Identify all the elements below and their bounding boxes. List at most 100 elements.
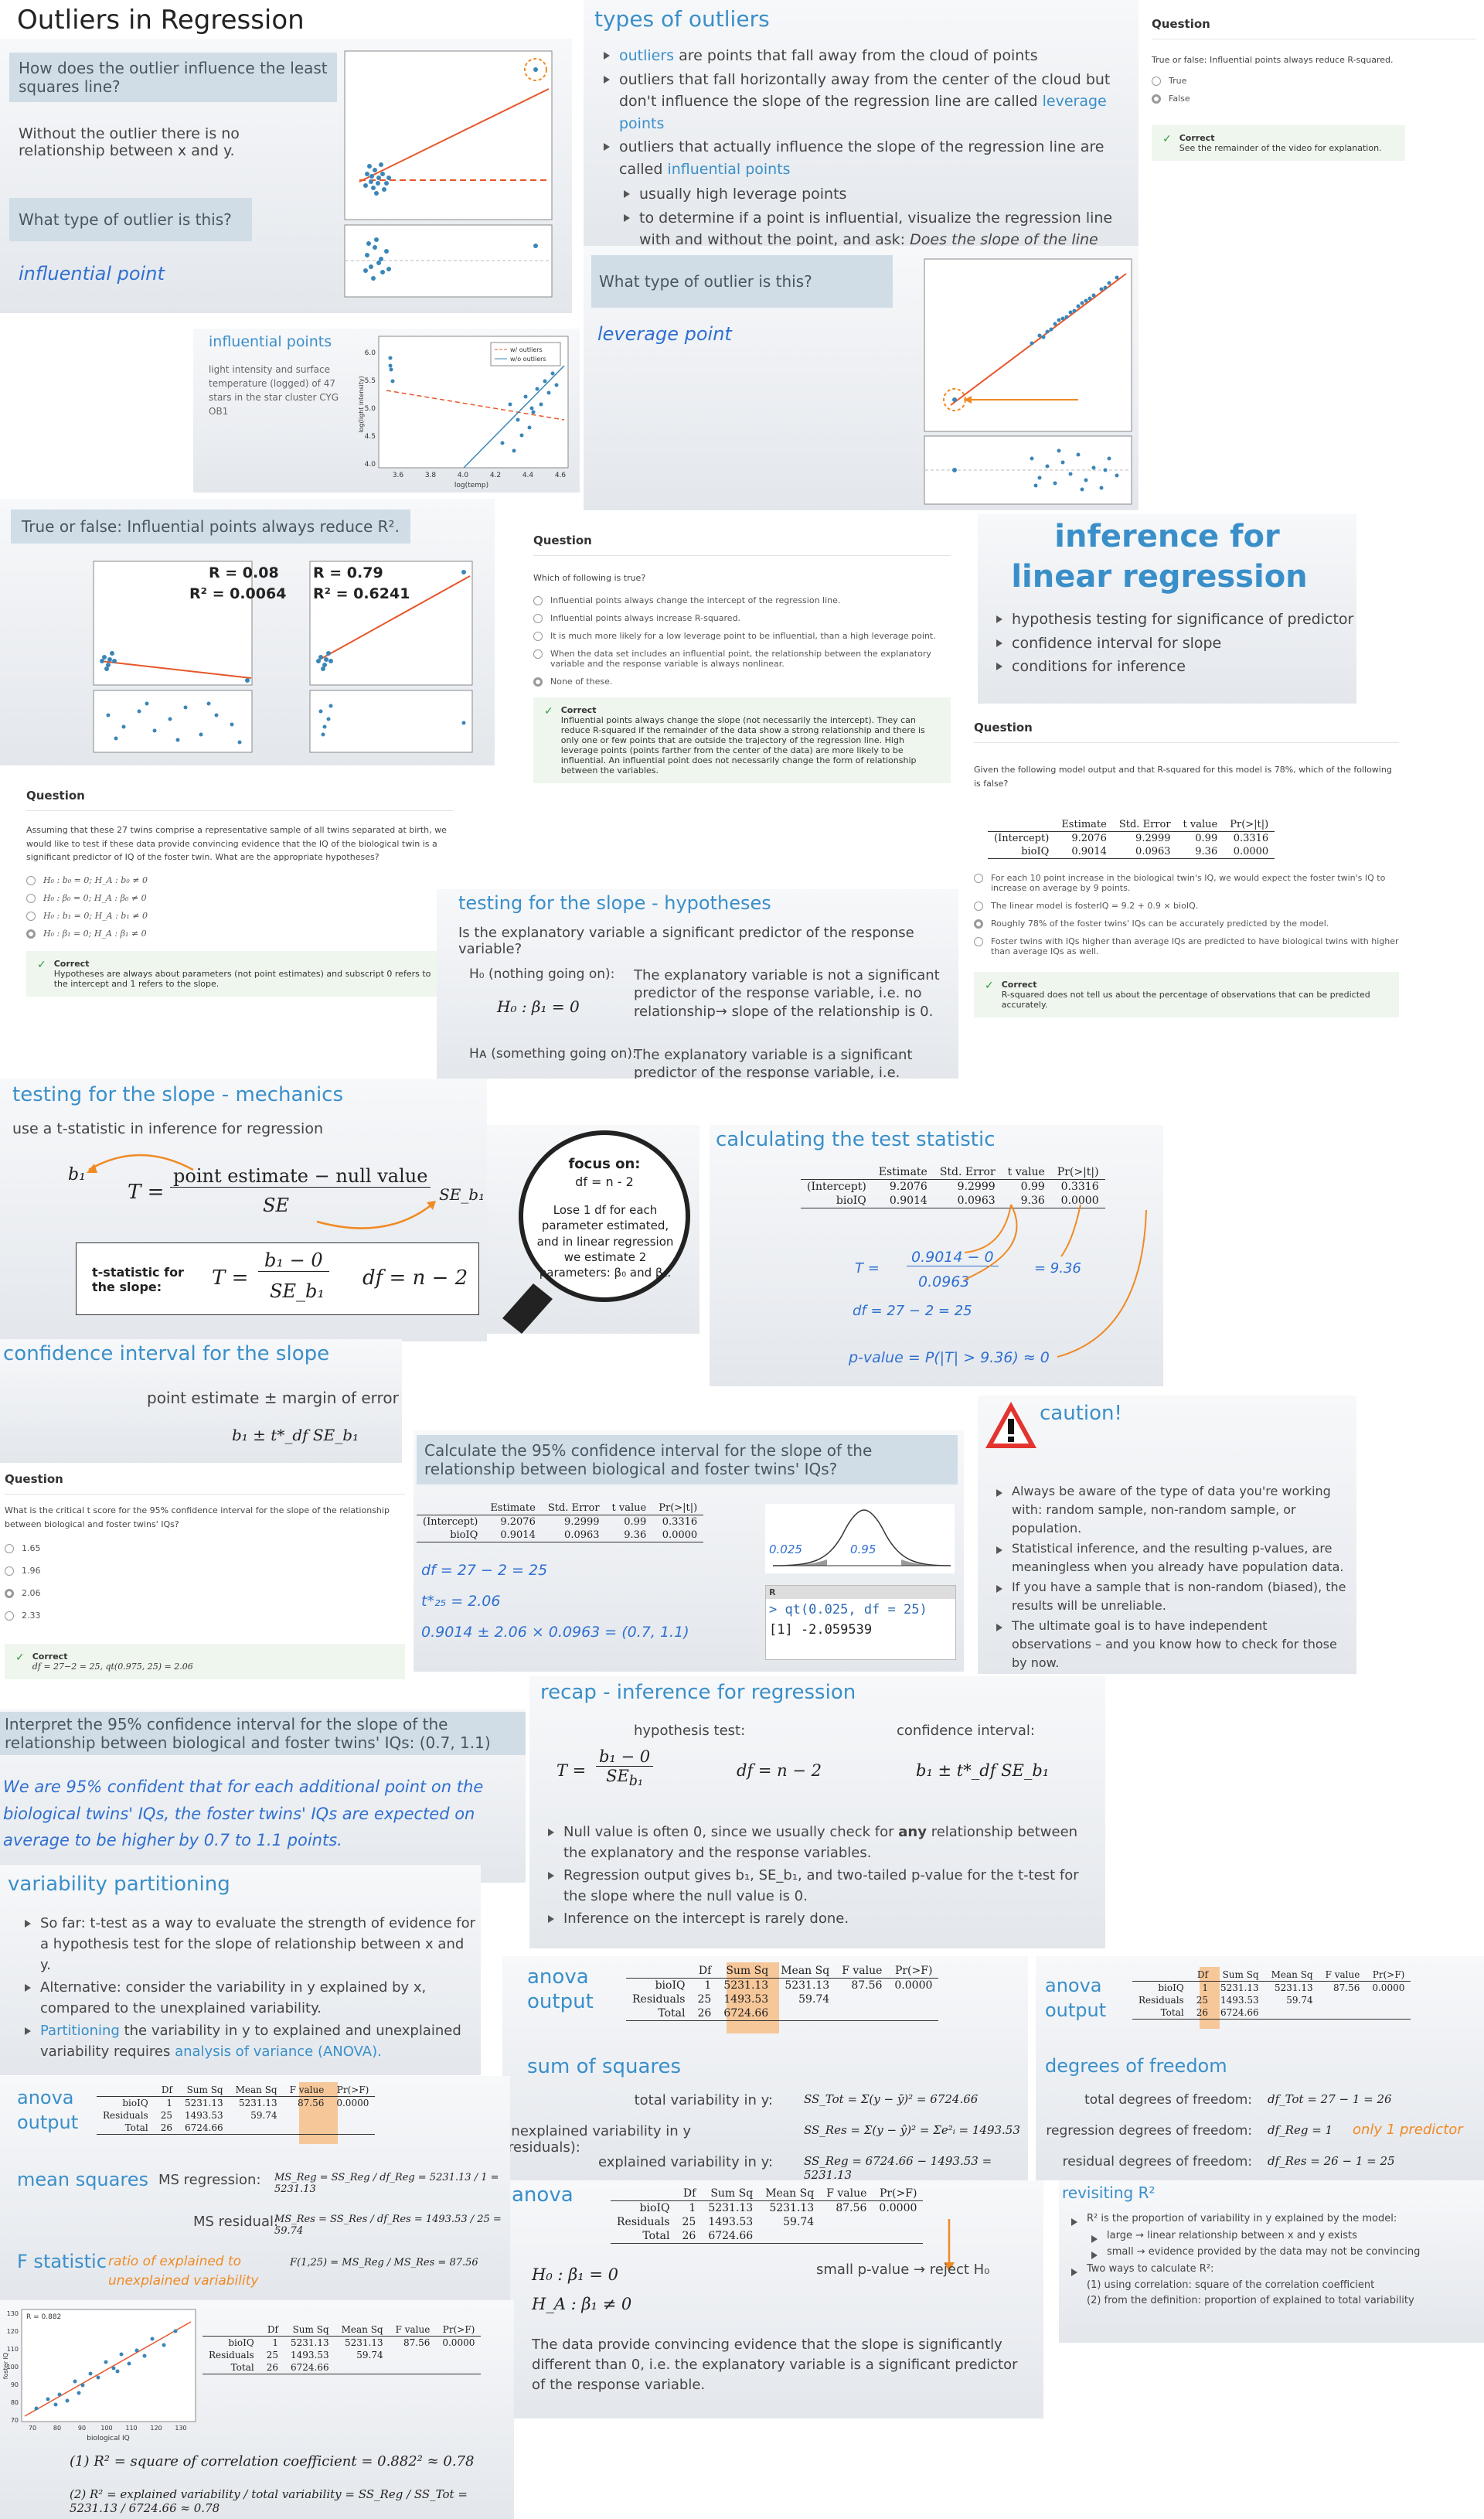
quiz-critical-t: Question What is the critical t score fo… [0,1467,410,1709]
quiz-title: Question [974,721,1399,743]
option-3[interactable]: Roughly 78% of the foster twins' IQs can… [974,919,1399,929]
svg-text:4.0: 4.0 [458,472,469,479]
slide-sum-of-squares: anova output Df Sum Sq Mean Sq F value Pr(>F… [502,1956,1028,2180]
handwritten-answer: influential point [19,263,165,285]
option-false[interactable]: False [1152,94,1476,104]
svg-text:70: 70 [11,2417,19,2424]
h0-label: H₀ (nothing going on): [469,966,615,982]
bullet-list: outliers are points that fall away from … [599,43,1132,246]
quiz-true-false-rsq: Question True or false: Influential poin… [1144,0,1484,216]
option-2[interactable]: The linear model is fosterIQ = 9.2 + 0.9… [974,901,1399,912]
slide-mean-squares: anova output Df Sum Sq Mean Sq F value Pr(>F… [0,2076,510,2300]
ss-eq-2: SS_Res = Σ(y − ŷ)² = Σe²ᵢ = 1493.53 [804,2123,1020,2137]
quiz-prompt: Which of following is true? [533,573,646,583]
svg-text:80: 80 [53,2425,61,2432]
slide-title: Calculate the 95% confidence interval fo… [417,1435,958,1484]
slide-title: Interpret the 95% confidence interval fo… [0,1712,526,1755]
ms-label-1: MS regression: [158,2172,261,2188]
handwritten-answer: We are 95% confident that for each addit… [3,1778,484,1850]
option-2[interactable]: H₀ : β₀ = 0; H_A : β₀ ≠ 0 [26,893,453,903]
check-icon: ✓ [1162,133,1172,145]
slide-r2-calculation: R = 0.882 130 120 110 100 90 80 70 70 80 90 100 11… [0,2300,514,2519]
option-2[interactable]: 1.96 [5,1566,405,1577]
slide-variability-partitioning: variability partitioning So far: t-test … [0,1865,481,2075]
slide-outliers-in-regression: Outliers in Regression How does the outl… [0,0,572,313]
slide-degrees-of-freedom: anova output Df Sum Sq Mean Sq F value Pr(>F… [1036,1956,1484,2180]
option-4[interactable]: When the data set includes an influentia… [533,649,951,669]
bullet-1: hypothesis testing for significance of p… [992,608,1353,631]
ss-label-2: unexplained variability in y (residuals)… [502,2123,692,2156]
option-3[interactable]: It is much more likely for a low leverag… [533,631,951,641]
option-1[interactable]: 1.65 [5,1543,405,1554]
quiz-prompt: True or false: Influential points always… [1152,55,1394,65]
slide-anova-conclusion: anova Df Sum Sq Mean Sq F value Pr(>F) bioIQ… [510,2180,1043,2418]
svg-text:110: 110 [7,2346,19,2353]
ss-eq-1: SS_Tot = Σ(y − ȳ)² = 6724.66 [804,2092,979,2106]
focus-sub: df = n - 2 [575,1174,634,1189]
option-1[interactable]: For each 10 point increase in the biolog… [974,873,1399,893]
bullet-2: Alternative: consider the variability in… [20,1977,476,2019]
svg-text:4.4: 4.4 [522,472,534,479]
option-5[interactable]: None of these. [533,677,951,687]
box-numerator: b₁ − 0 [258,1249,329,1272]
arrows [964,1204,1147,1358]
x-axis-label: biological IQ [87,2435,130,2442]
h0-equation: H₀ : β₁ = 0 [532,2265,619,2284]
r2-value-2: R² = 0.6241 [313,585,410,602]
slide-title: testing for the slope - hypotheses [458,892,771,914]
anova-table: Df Sum Sq Mean Sq F value Pr(>F) bioIQ 1 5231.… [626,1964,939,2021]
option-4[interactable]: 2.33 [5,1611,405,1621]
bullet-list: So far: t-test as a way to evaluate the … [20,1911,476,2064]
svg-text:120: 120 [7,2328,19,2335]
svg-text:5.0: 5.0 [365,405,376,413]
svg-text:100: 100 [100,2425,112,2432]
option-true[interactable]: True [1152,76,1476,86]
pvalue-note: small p-value → reject H₀ [816,2262,990,2278]
svg-text:4.2: 4.2 [490,472,501,479]
anova-table: Df Sum Sq Mean Sq F value Pr(>F) bioIQ 1 5231.… [1132,1969,1411,2020]
option-4[interactable]: H₀ : β₁ = 0; H_A : β₁ ≠ 0 [26,929,453,939]
bullet-list: hypothesis testing for significance of p… [992,607,1353,680]
anova-label-2: output [1045,1999,1107,2021]
option-3[interactable]: 2.06 [5,1588,405,1599]
slide-revisiting-r2: revisiting R² R² is the proportion of va… [1059,2180,1484,2343]
slide-calc-ci: Calculate the 95% confidence interval fo… [414,1430,964,1672]
option-1[interactable]: Influential points always change the int… [533,595,951,605]
slide-title: revisiting R² [1062,2183,1156,2202]
bullet-3: Inference on the intercept is rarely don… [543,1908,1100,1929]
quiz-prompt: Given the following model output and tha… [974,765,1392,789]
box-denominator: SE_b₁ [270,1280,325,1302]
option-3[interactable]: H₀ : b₁ = 0; H_A : b₁ ≠ 0 [26,911,453,921]
residual-plot-leverage [924,435,1132,505]
ci-formula: b₁ ± t*_df SE_b₁ [916,1761,1050,1780]
ss-label-1: total variability in y: [634,2092,773,2108]
ms-label-2: MS residual: [193,2214,279,2230]
slide-title: True or false: Influential points always… [11,510,410,544]
option-1[interactable]: H₀ : b₀ = 0; H_A : b₀ ≠ 0 [26,875,453,885]
svg-text:70: 70 [29,2425,36,2432]
r-label: R = 0.882 [26,2313,61,2321]
feedback-correct: ✓ Correct Influential points always chang… [533,697,951,783]
quiz-prompt: Assuming that these 27 twins comprise a … [26,825,447,863]
scatter-influential-top [344,50,553,220]
option-2[interactable]: Influential points always increase R-squ… [533,613,951,623]
feedback-correct: ✓ Correct df = 27−2 = 25, qt(0.975, 25) =… [5,1644,405,1680]
df-label-3: residual degrees of freedom: [1062,2154,1252,2170]
h0-equation: H₀ : β₁ = 0 [497,997,580,1016]
bullet-leverage: outliers that fall horizontally away fro… [599,69,1132,135]
t-distribution-curve [765,1504,955,1573]
slide-title: caution! [1040,1402,1122,1425]
f-title: F statistic [17,2251,107,2272]
t-statistic-box: t-statistic for the slope: T = b₁ − 0 SE… [76,1242,479,1315]
bullet-influential: outliers that actually influence the slo… [599,136,1132,246]
option-4[interactable]: Foster twins with IQs higher than averag… [974,936,1399,956]
df-eq-1: df_Tot = 27 − 1 = 26 [1268,2092,1392,2106]
svg-text:4.6: 4.6 [555,472,567,479]
svg-text:6.0: 6.0 [365,349,376,357]
r2-value-1: R² = 0.0064 [189,585,287,602]
hand-line-2: t*₂₅ = 2.06 [421,1593,501,1610]
svg-text:110: 110 [125,2425,137,2432]
slide-title: Outliers in Regression [17,5,305,36]
bullet-3: If you have a sample that is non-random … [992,1578,1347,1615]
slide-caution: caution! Always be aware of the type of … [978,1396,1356,1674]
